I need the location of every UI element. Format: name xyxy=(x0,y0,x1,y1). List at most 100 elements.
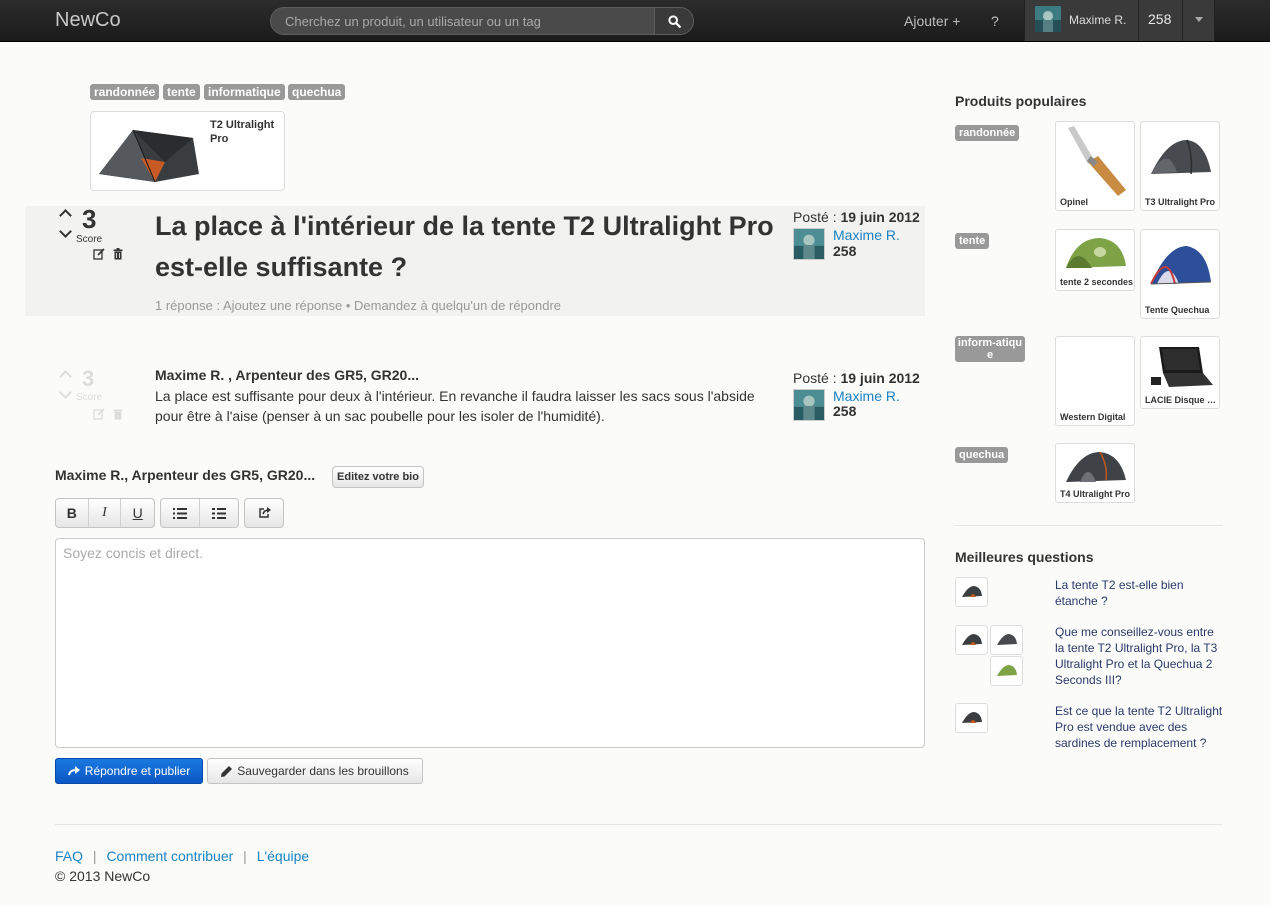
sidebar-tag-randonnee[interactable]: randonnée xyxy=(955,125,1020,141)
answer-score: 3 xyxy=(82,366,95,391)
bold-button[interactable]: B xyxy=(56,499,89,527)
avatar xyxy=(1035,6,1061,32)
chevron-down-icon[interactable] xyxy=(1195,17,1203,22)
product-card[interactable]: T2 Ultralight Pro xyxy=(90,111,285,191)
product-label: LACIE Disque dur xyxy=(1145,395,1219,405)
bulleted-list-icon xyxy=(172,507,187,519)
trash-icon[interactable] xyxy=(112,408,124,420)
product-card-quechua[interactable]: Tente Quechua xyxy=(1140,229,1220,319)
posted-date: Posté : 19 juin 2012 xyxy=(793,209,920,225)
save-draft-button[interactable]: Sauvegarder dans les brouillons xyxy=(207,758,423,784)
share-icon xyxy=(258,507,271,518)
best-question-link[interactable]: Que me conseillez-vous entre la tente T2… xyxy=(1055,624,1225,688)
author-avatar[interactable] xyxy=(793,228,825,260)
score-label: Score xyxy=(76,234,103,245)
team-link[interactable]: L'équipe xyxy=(257,848,310,864)
bulleted-list-button[interactable] xyxy=(161,499,200,527)
score-label: Score xyxy=(76,392,103,403)
best-questions-title: Meilleures questions xyxy=(955,549,1094,565)
product-card-t4[interactable]: T4 Ultralight Pro xyxy=(1055,443,1135,503)
user-menu[interactable]: Maxime R. 258 xyxy=(1024,0,1215,41)
best-question-link[interactable]: Est ce que la tente T2 Ultralight Pro es… xyxy=(1055,703,1225,751)
help-link[interactable]: ? xyxy=(991,13,999,29)
product-name[interactable]: T2 Ultralight Pro xyxy=(210,118,282,146)
contribute-link[interactable]: Comment contribuer xyxy=(106,848,233,864)
edit-icon[interactable] xyxy=(93,248,105,260)
italic-button[interactable]: I xyxy=(89,499,122,527)
tent-image xyxy=(996,634,1017,645)
tent-image xyxy=(1151,139,1211,175)
product-label: Tente Quechua xyxy=(1145,305,1210,315)
answer-textarea[interactable] xyxy=(55,538,925,748)
product-card-lacie[interactable]: LACIE Disque dur xyxy=(1140,336,1220,409)
tent-image xyxy=(961,586,982,597)
ask-someone-link[interactable]: Demandez à quelqu'un de répondre xyxy=(354,298,561,313)
submit-answer-button[interactable]: Répondre et publier xyxy=(55,758,203,784)
copyright: © 2013 NewCo xyxy=(55,868,151,884)
knife-image xyxy=(1068,126,1126,196)
user-name[interactable]: Maxime R. xyxy=(1069,13,1126,27)
trash-icon[interactable] xyxy=(112,248,124,260)
product-card-2-secondes[interactable]: tente 2 secondes xyxy=(1055,229,1135,291)
replies-count[interactable]: 1 réponse xyxy=(155,298,213,313)
tent-image xyxy=(1150,246,1212,285)
author-score: 258 xyxy=(833,243,857,259)
author-link[interactable]: Maxime R. xyxy=(833,388,900,404)
tag-randonnee[interactable]: randonnée xyxy=(90,84,160,100)
faq-link[interactable]: FAQ xyxy=(55,848,83,864)
question-thumb[interactable] xyxy=(955,625,988,655)
search-box xyxy=(270,7,694,35)
tent-image xyxy=(961,712,982,723)
tag-informatique[interactable]: informatique xyxy=(204,84,285,100)
question-title[interactable]: La place à l'intérieur de la tente T2 Ul… xyxy=(155,206,775,288)
question-meta: 1 réponse : Ajoutez une réponse • Demand… xyxy=(155,298,562,313)
question-thumb[interactable] xyxy=(955,703,988,733)
add-menu-link[interactable]: Ajouter + xyxy=(904,13,960,29)
user-score[interactable]: 258 xyxy=(1148,11,1171,27)
add-reply-link[interactable]: Ajoutez une réponse xyxy=(223,298,342,313)
footer-links: FAQ | Comment contribuer | L'équipe xyxy=(55,848,310,864)
popular-products-title: Produits populaires xyxy=(955,93,1087,109)
editor-user-name: Maxime R., Arpenteur des GR5, GR20... xyxy=(55,467,316,483)
list-toolbar xyxy=(160,498,239,528)
pencil-icon xyxy=(221,765,233,777)
author-avatar[interactable] xyxy=(793,389,825,421)
tent-image xyxy=(99,129,199,183)
tent-image xyxy=(961,634,982,645)
answer-author[interactable]: Maxime R. , Arpenteur des GR5, GR20... xyxy=(155,367,419,383)
edit-icon[interactable] xyxy=(93,408,105,420)
brand-logo[interactable]: NewCo xyxy=(55,9,121,32)
sidebar-tag-quechua[interactable]: quechua xyxy=(955,447,1009,463)
tent-image xyxy=(1066,451,1126,482)
best-question-link[interactable]: La tente T2 est-elle bien étanche ? xyxy=(1055,577,1225,609)
reply-arrow-icon xyxy=(67,766,80,776)
tag-quechua[interactable]: quechua xyxy=(288,84,346,100)
question-thumb[interactable] xyxy=(955,577,988,607)
question-score: 3 xyxy=(82,204,97,234)
question-thumb[interactable] xyxy=(990,656,1023,686)
numbered-list-button[interactable] xyxy=(200,499,239,527)
edit-bio-button[interactable]: Editez votre bio xyxy=(332,466,424,488)
author-score: 258 xyxy=(833,403,857,419)
underline-button[interactable]: U xyxy=(121,499,154,527)
product-label: tente 2 secondes xyxy=(1060,277,1134,287)
tent-image xyxy=(1066,238,1126,268)
sidebar-tag-tente[interactable]: tente xyxy=(955,233,990,249)
product-card-opinel[interactable]: Opinel xyxy=(1055,121,1135,211)
tag-tente[interactable]: tente xyxy=(163,84,200,100)
search-icon xyxy=(667,14,681,28)
format-toolbar: B I U xyxy=(55,498,155,528)
search-input[interactable] xyxy=(271,8,655,34)
author-link[interactable]: Maxime R. xyxy=(833,227,900,243)
upvote-icon[interactable] xyxy=(59,370,72,383)
question-thumb[interactable] xyxy=(990,625,1023,655)
search-button[interactable] xyxy=(654,8,693,34)
product-card-t3[interactable]: T3 Ultralight Pro xyxy=(1140,121,1220,211)
product-label: T4 Ultralight Pro xyxy=(1060,489,1131,499)
top-navbar: NewCo Ajouter + ? Maxime R. 258 xyxy=(0,0,1270,42)
sidebar-tag-informatique[interactable]: inform-atique xyxy=(955,336,1025,362)
downvote-icon[interactable] xyxy=(59,386,72,399)
tent-image xyxy=(996,665,1017,676)
share-button[interactable] xyxy=(245,499,283,527)
product-card-western-digital[interactable]: Western Digital xyxy=(1055,336,1135,426)
